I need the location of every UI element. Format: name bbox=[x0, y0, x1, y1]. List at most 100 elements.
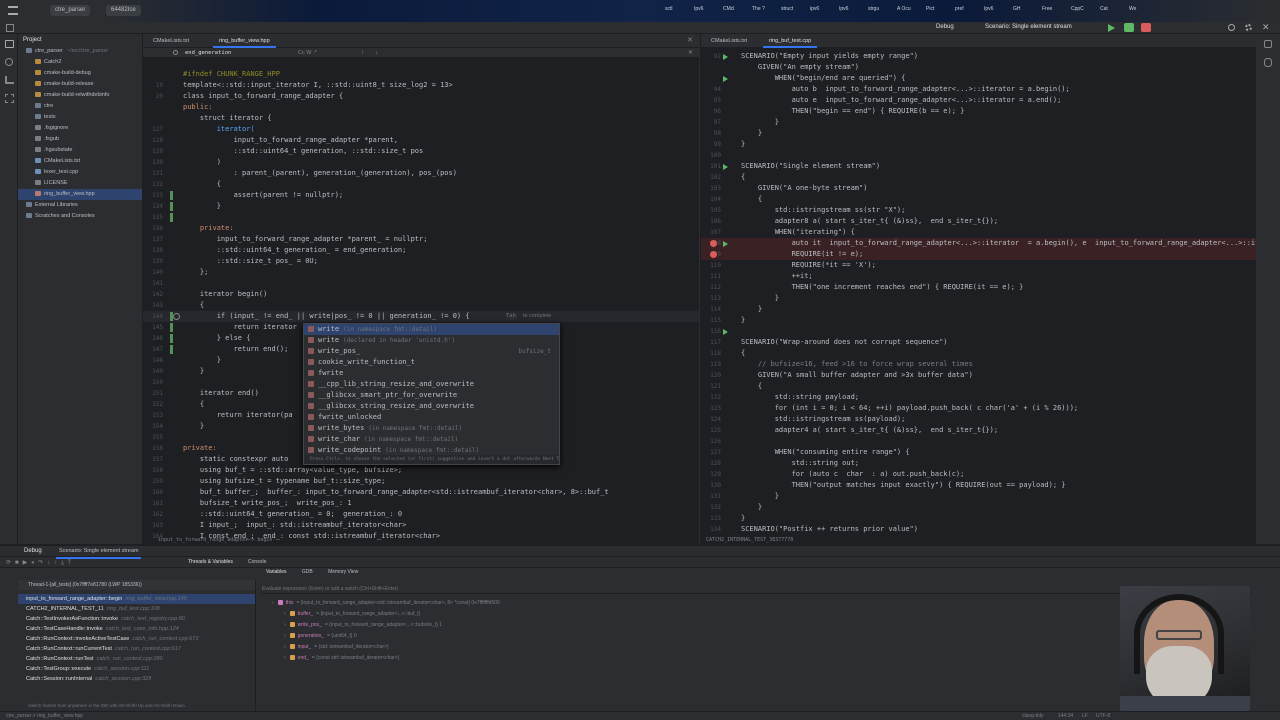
code-line[interactable]: 125 adapter4 a( start s_iter_t{ (&)ss}, … bbox=[701, 425, 1256, 436]
line-number[interactable]: 116 bbox=[701, 326, 721, 337]
browser-tab[interactable]: strgu bbox=[868, 6, 897, 12]
find-next-icon[interactable]: ↓ bbox=[375, 48, 378, 58]
line-number[interactable]: 139 bbox=[143, 256, 163, 267]
line-number[interactable]: 130 bbox=[701, 480, 721, 491]
resume-icon[interactable] bbox=[1124, 23, 1134, 32]
code-line[interactable]: 117 SCENARIO("Wrap-around does not corrup… bbox=[701, 337, 1256, 348]
completion-item[interactable]: write (in namespace fmt::detail) bbox=[304, 324, 559, 335]
line-number[interactable]: 160 bbox=[143, 487, 163, 498]
code-line[interactable]: 20 class input_to_forward_range_adapter { bbox=[143, 91, 699, 102]
code-line[interactable]: 97 } bbox=[701, 117, 1256, 128]
line-number[interactable]: 96 bbox=[701, 106, 721, 117]
completion-item[interactable]: __glibcxx_string_resize_and_overwrite bbox=[304, 401, 559, 412]
code-line[interactable]: 135 bbox=[143, 212, 699, 223]
line-number[interactable]: 99 bbox=[701, 139, 721, 150]
line-number[interactable]: 130 bbox=[143, 157, 163, 168]
line-number[interactable]: 117 bbox=[701, 337, 721, 348]
code-line[interactable]: 106 adapter8 a( start s_iter_t{ (&)ss}, … bbox=[701, 216, 1256, 227]
project-tool-icon[interactable] bbox=[5, 40, 14, 48]
tree-item[interactable]: CMakeLists.txt bbox=[18, 156, 142, 167]
code-line[interactable]: 123 for (int i = 0; i < 64; ++i) payload… bbox=[701, 403, 1256, 414]
settings-icon[interactable] bbox=[1245, 24, 1252, 31]
code-line[interactable]: 132 } bbox=[701, 502, 1256, 513]
variable-row[interactable]: › end_ = {const std::istreambuf_iterator<c… bbox=[272, 653, 772, 664]
branch-chip[interactable]: 64482Ice bbox=[106, 5, 141, 16]
code-line[interactable]: 158 using buf_t = ::std::array<value_typ… bbox=[143, 465, 699, 476]
line-number[interactable]: 148 bbox=[143, 355, 163, 366]
code-line[interactable]: public: bbox=[143, 102, 699, 113]
code-line[interactable]: 134 SCENARIO("Postfix ++ returns prior va… bbox=[701, 524, 1256, 535]
line-number[interactable]: 140 bbox=[143, 267, 163, 278]
variables-tab[interactable]: Variables bbox=[266, 569, 286, 575]
line-number[interactable]: 124 bbox=[701, 414, 721, 425]
tree-item[interactable]: .fsgignore bbox=[18, 123, 142, 134]
code-line[interactable]: 19 template<::std::input_iterator I, ::st… bbox=[143, 80, 699, 91]
app-menu-icon[interactable] bbox=[8, 6, 18, 15]
notifications-icon[interactable] bbox=[1264, 40, 1272, 48]
code-line[interactable]: 159 using bufsize_t = typename buf_t::si… bbox=[143, 476, 699, 487]
code-line[interactable]: 103 GIVEN("A one-byte stream") bbox=[701, 183, 1256, 194]
line-number[interactable]: 101 bbox=[701, 161, 721, 172]
variable-row[interactable]: › this = {input_to_forward_range_adapter<s… bbox=[272, 598, 772, 609]
line-number[interactable]: 161 bbox=[143, 498, 163, 509]
run-test-icon[interactable] bbox=[723, 54, 728, 60]
line-number[interactable]: 137 bbox=[143, 234, 163, 245]
tree-item[interactable]: ctre bbox=[18, 101, 142, 112]
line-number[interactable]: 105 bbox=[701, 205, 721, 216]
line-number[interactable]: 133 bbox=[701, 513, 721, 524]
run-configuration-selector[interactable]: Scenario: Single element stream bbox=[985, 24, 1072, 34]
code-line[interactable]: 141 bbox=[143, 278, 699, 289]
tab-cmakelists[interactable]: CMakeLists.txt bbox=[147, 34, 195, 48]
code-line[interactable]: 131 : parent_(parent), generation_(gener… bbox=[143, 168, 699, 179]
line-number[interactable]: 131 bbox=[143, 168, 163, 179]
code-line[interactable]: 129 for (auto c char : a) out.push_back(… bbox=[701, 469, 1256, 480]
code-line[interactable]: 162 ::std::uint64_t generation_ = 0; gen… bbox=[143, 509, 699, 520]
code-line[interactable]: 129 ::std::uint64_t generation, ::std::s… bbox=[143, 146, 699, 157]
line-number[interactable]: 138 bbox=[143, 245, 163, 256]
line-number[interactable]: 103 bbox=[701, 183, 721, 194]
line-number[interactable]: 112 bbox=[701, 282, 721, 293]
status-line-ending[interactable]: LF bbox=[1082, 713, 1088, 719]
breakpoint-icon[interactable] bbox=[710, 251, 717, 258]
evaluate-expression-input[interactable] bbox=[262, 584, 1252, 594]
code-line[interactable]: 121 { bbox=[701, 381, 1256, 392]
find-close-icon[interactable]: ✕ bbox=[688, 48, 693, 58]
breakpoint-icon[interactable] bbox=[710, 240, 717, 247]
tree-item[interactable]: cmake-build-relwithdebinfo bbox=[18, 90, 142, 101]
browser-tab[interactable]: GH bbox=[1013, 6, 1042, 12]
code-line[interactable]: 92 SCENARIO("Empty input yields empty ran… bbox=[701, 51, 1256, 62]
browser-tab[interactable]: Cat bbox=[1100, 6, 1129, 12]
stop-icon[interactable] bbox=[1141, 23, 1151, 32]
expand-arrow-icon[interactable]: › bbox=[272, 600, 274, 606]
line-number[interactable]: 136 bbox=[143, 223, 163, 234]
browser-tab[interactable]: sctl bbox=[665, 6, 694, 12]
line-number[interactable]: 152 bbox=[143, 399, 163, 410]
line-number[interactable]: 135 bbox=[143, 212, 163, 223]
status-cursor-position[interactable]: 144:34 bbox=[1058, 713, 1073, 719]
code-line[interactable]: 163 I input_; input_: std::istreambuf_it… bbox=[143, 520, 699, 531]
expand-arrow-icon[interactable]: › bbox=[284, 644, 286, 650]
line-number[interactable]: 150 bbox=[143, 377, 163, 388]
expand-arrow-icon[interactable]: › bbox=[284, 611, 286, 617]
code-line[interactable]: 126 bbox=[701, 436, 1256, 447]
debug-tab[interactable]: Debug bbox=[24, 546, 42, 557]
code-line[interactable]: WHEN("begin/end are queried") { bbox=[701, 73, 1256, 84]
tree-item[interactable]: cmake-build-release bbox=[18, 79, 142, 90]
tree-item[interactable]: cmake-build-debug bbox=[18, 68, 142, 79]
code-line[interactable]: 136 private: bbox=[143, 223, 699, 234]
line-number[interactable]: 158 bbox=[143, 465, 163, 476]
code-line[interactable]: 140 }; bbox=[143, 267, 699, 278]
vcs-change-marker[interactable] bbox=[170, 202, 173, 211]
line-number[interactable]: 92 bbox=[701, 51, 721, 62]
line-number[interactable]: 147 bbox=[143, 344, 163, 355]
code-line[interactable]: 128 std::string out; bbox=[701, 458, 1256, 469]
tree-item[interactable]: .hgsubstate bbox=[18, 145, 142, 156]
structure-tool-icon[interactable] bbox=[5, 76, 14, 84]
code-line[interactable]: 99} bbox=[701, 139, 1256, 150]
console-tab[interactable]: Console bbox=[248, 557, 266, 568]
code-line[interactable]: 109 REQUIRE(it != e); bbox=[701, 249, 1256, 260]
vcs-change-marker[interactable] bbox=[170, 334, 173, 343]
line-number[interactable]: 134 bbox=[701, 524, 721, 535]
expand-arrow-icon[interactable]: › bbox=[284, 633, 286, 639]
code-line[interactable]: 118 { bbox=[701, 348, 1256, 359]
